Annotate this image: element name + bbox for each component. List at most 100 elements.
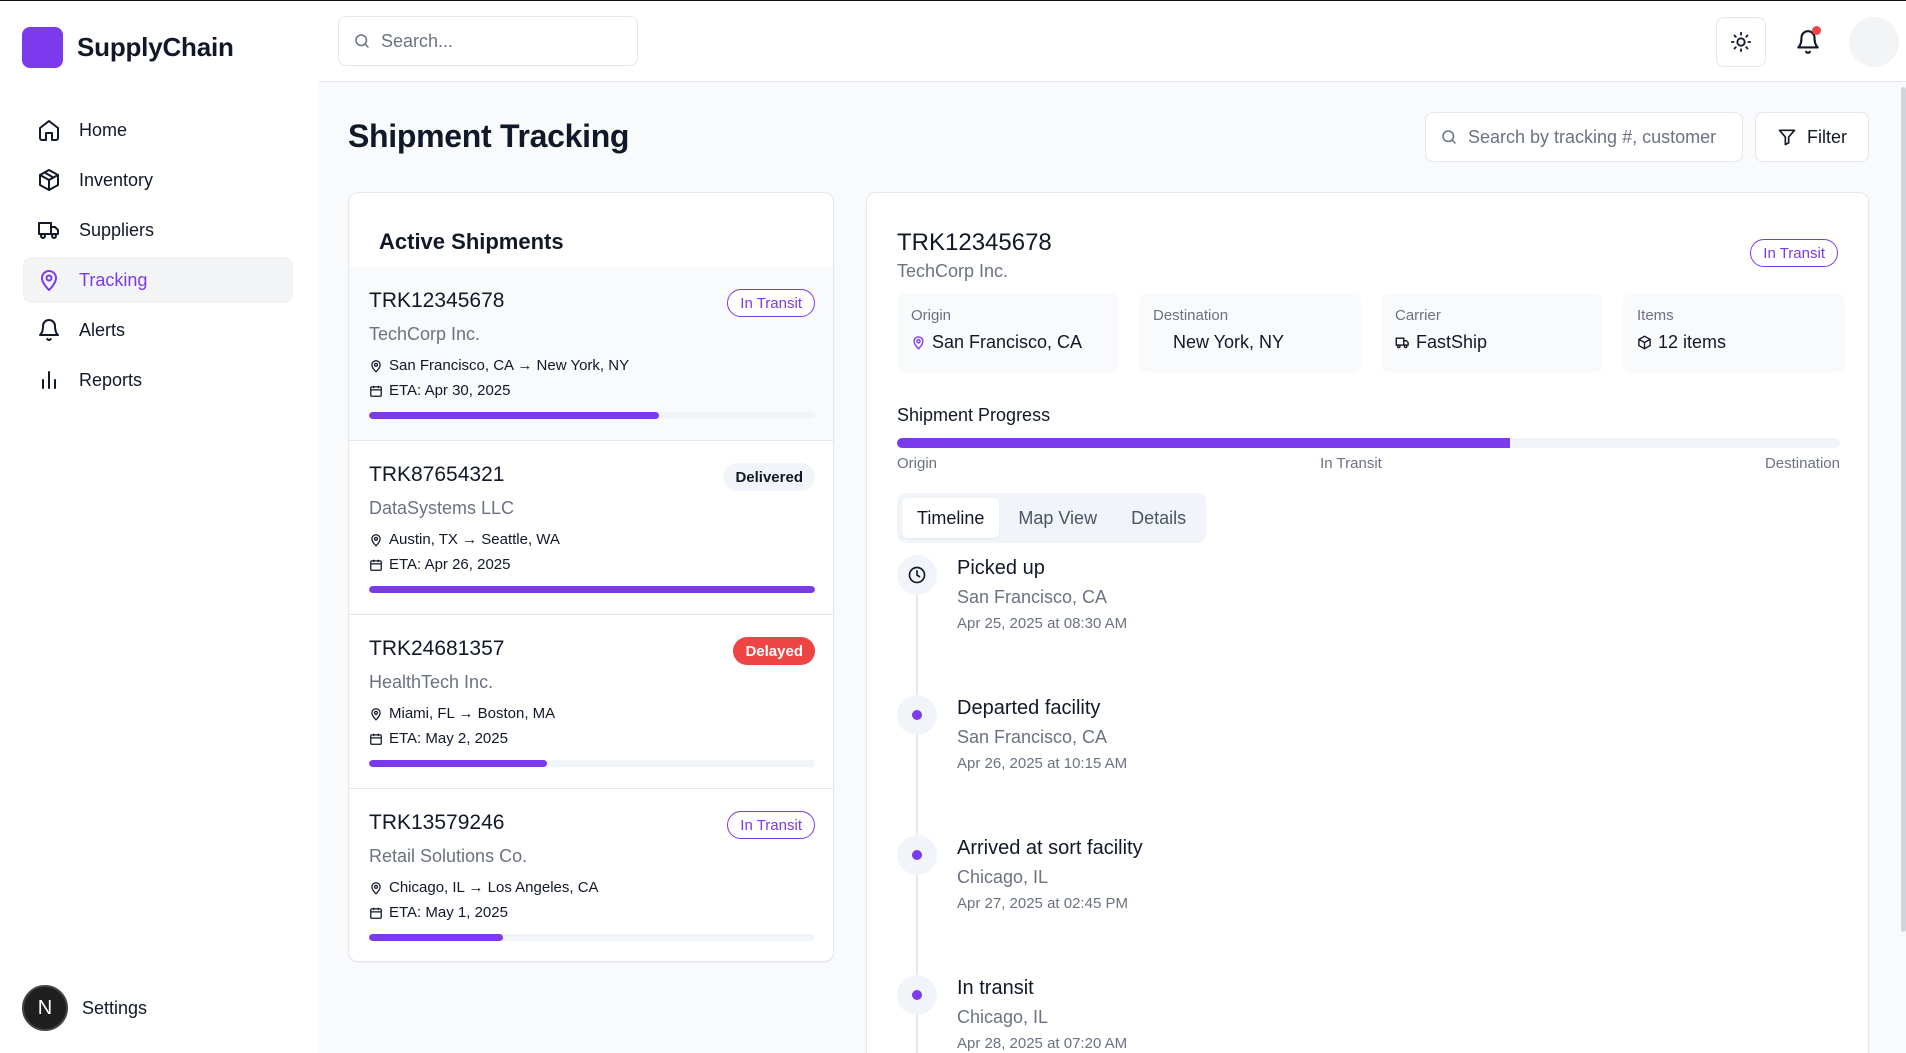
dot-icon (912, 850, 922, 860)
shipment-eta: ETA: May 1, 2025 (369, 904, 508, 921)
shipment-progress-fill (369, 934, 503, 941)
shipment-progress-bar (369, 934, 815, 941)
map-pin-icon (913, 336, 924, 350)
sidebar-item-reports[interactable]: Reports (23, 357, 293, 403)
destination-value: New York, NY (1173, 332, 1285, 352)
avatar[interactable]: N (22, 985, 68, 1031)
timeline-event: Picked up San Francisco, CA Apr 25, 2025… (897, 555, 1797, 675)
status-badge: In Transit (1750, 239, 1838, 267)
filter-label: Filter (1807, 126, 1847, 147)
shipment-id: TRK12345678 (369, 289, 505, 312)
sidebar-nav: Home Inventory Suppliers Tracking Alerts… (23, 107, 293, 407)
shipment-progress-bar (369, 412, 815, 419)
shipment-id: TRK87654321 (369, 463, 505, 486)
calendar-icon (370, 385, 382, 397)
detail-tabs: Timeline Map View Details (897, 493, 1207, 543)
shipment-progress-fill (897, 438, 1510, 448)
event-location: Chicago, IL (957, 1007, 1049, 1027)
shipment-customer: HealthTech Inc. (369, 672, 494, 692)
tab-timeline[interactable]: Timeline (902, 498, 1000, 538)
timeline-event: In transit Chicago, IL Apr 28, 2025 at 0… (897, 975, 1797, 1053)
home-icon (39, 120, 59, 141)
notification-dot (1812, 26, 1821, 35)
global-search-input[interactable] (381, 30, 621, 52)
info-value: FastShip (1395, 332, 1589, 353)
route-text: Chicago, IL → Los Angeles, CA (389, 879, 599, 896)
event-time: Apr 28, 2025 at 07:20 AM (957, 1035, 1128, 1052)
page-scrollbar[interactable] (1900, 82, 1906, 1053)
sidebar-item-alerts[interactable]: Alerts (23, 307, 293, 353)
tab-map-view[interactable]: Map View (1003, 498, 1112, 538)
sidebar-item-label: Inventory (79, 169, 154, 190)
shipment-detail-card: TRK12345678 TechCorp Inc. In Transit Ori… (866, 192, 1869, 1053)
shipment-id: TRK13579246 (369, 811, 505, 834)
tab-details[interactable]: Details (1116, 498, 1201, 538)
theme-toggle-button[interactable] (1716, 17, 1766, 67)
sidebar-item-label: Reports (79, 369, 143, 390)
settings-label: Settings (82, 997, 148, 1018)
shipment-route: Chicago, IL → Los Angeles, CA (369, 879, 599, 896)
sidebar-item-suppliers[interactable]: Suppliers (23, 207, 293, 253)
notifications-button[interactable] (1783, 17, 1833, 67)
progress-label: Shipment Progress (897, 405, 1051, 425)
calendar-icon (370, 733, 382, 745)
shipment-row[interactable]: TRK12345678 In Transit TechCorp Inc. San… (349, 267, 833, 441)
map-pin-icon (371, 881, 381, 895)
shipment-row[interactable]: TRK24681357 Delayed HealthTech Inc. Miam… (349, 615, 833, 789)
shipment-search[interactable] (1425, 112, 1743, 162)
eta-text: ETA: Apr 26, 2025 (389, 556, 511, 573)
top-header (318, 1, 1906, 82)
sidebar-item-tracking[interactable]: Tracking (23, 257, 293, 303)
eta-text: ETA: Apr 30, 2025 (389, 382, 511, 399)
active-shipments-title: Active Shipments (379, 229, 564, 254)
shipment-progress-fill (369, 586, 815, 593)
sidebar-item-home[interactable]: Home (23, 107, 293, 153)
sidebar-item-inventory[interactable]: Inventory (23, 157, 293, 203)
origin-value: San Francisco, CA (932, 332, 1083, 352)
package-icon (1638, 335, 1651, 350)
package-icon (39, 169, 59, 191)
dot-icon (912, 990, 922, 1000)
map-pin-icon (371, 359, 381, 373)
global-search[interactable] (338, 16, 638, 66)
search-icon (355, 34, 369, 48)
info-value: San Francisco, CA (911, 332, 1105, 353)
settings-link[interactable]: N Settings (22, 985, 147, 1031)
progress-step-origin: Origin (897, 455, 938, 472)
shipment-eta: ETA: Apr 26, 2025 (369, 556, 510, 573)
sidebar-item-label: Home (79, 119, 128, 140)
logo[interactable]: SupplyChain (22, 27, 234, 68)
shipment-customer: Retail Solutions Co. (369, 846, 528, 866)
shipment-search-input[interactable] (1468, 126, 1728, 148)
user-avatar[interactable] (1849, 17, 1899, 67)
shipment-id: TRK24681357 (369, 637, 505, 660)
search-icon (1442, 130, 1456, 144)
shipment-progress-fill (369, 760, 548, 767)
info-label: Items (1637, 307, 1674, 324)
filter-button[interactable]: Filter (1755, 112, 1869, 162)
truck-icon (38, 222, 59, 239)
status-badge: Delayed (733, 637, 815, 665)
shipment-customer: TechCorp Inc. (369, 324, 481, 344)
progress-steps: Origin In Transit Destination (897, 455, 1840, 472)
bell-icon (39, 319, 59, 341)
scrollbar-thumb[interactable] (1901, 87, 1906, 932)
event-title: In transit (957, 977, 1034, 999)
sidebar-item-label: Alerts (79, 319, 126, 340)
detail-tracking-id: TRK12345678 (897, 229, 1052, 256)
info-label: Destination (1153, 307, 1229, 324)
event-title: Departed facility (957, 697, 1101, 719)
shipment-customer: DataSystems LLC (369, 498, 515, 518)
detail-customer: TechCorp Inc. (897, 261, 1009, 281)
shipment-row[interactable]: TRK13579246 In Transit Retail Solutions … (349, 789, 833, 961)
map-pin-icon (371, 533, 381, 547)
shipment-route: Miami, FL → Boston, MA (369, 705, 555, 722)
map-pin-icon (41, 270, 57, 291)
event-time: Apr 25, 2025 at 08:30 AM (957, 615, 1128, 632)
shipment-eta: ETA: Apr 30, 2025 (369, 382, 510, 399)
items-value: 12 items (1658, 332, 1727, 352)
clock-icon (908, 566, 926, 584)
shipment-row[interactable]: TRK87654321 Delivered DataSystems LLC Au… (349, 441, 833, 615)
bar-chart-icon (42, 371, 56, 389)
carrier-value: FastShip (1416, 332, 1488, 352)
